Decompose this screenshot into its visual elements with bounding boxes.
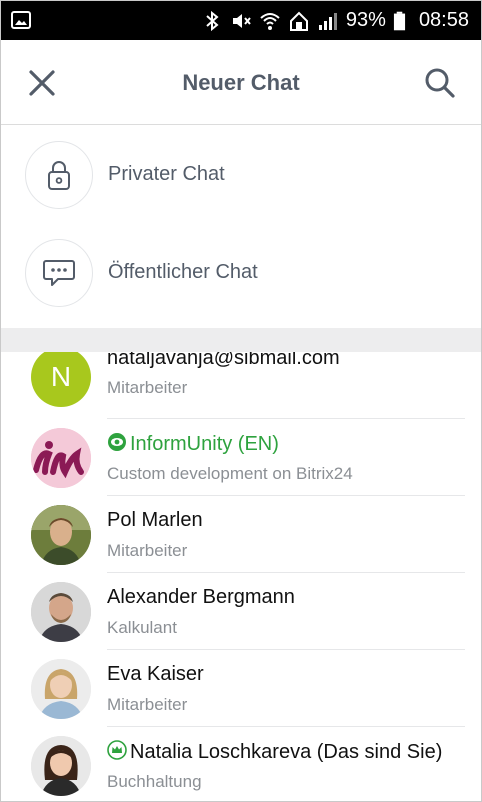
contact-row[interactable]: Eva Kaiser Mitarbeiter <box>1 650 481 727</box>
contact-list[interactable]: N nataljavanja@sibmail.com Mitarbeiter I… <box>1 352 481 802</box>
public-chat-label: Öffentlicher Chat <box>108 261 258 283</box>
battery-icon <box>393 11 406 30</box>
avatar <box>31 505 91 565</box>
search-icon[interactable] <box>423 66 457 100</box>
gallery-icon <box>11 11 31 29</box>
user-photo <box>31 505 91 565</box>
avatar <box>31 659 91 719</box>
home-network-icon <box>289 11 308 31</box>
app-header: Neuer Chat <box>1 40 481 125</box>
contact-row[interactable]: InformUnity (EN) Custom development on B… <box>1 419 481 496</box>
contact-name-text: InformUnity (EN) <box>130 433 279 455</box>
private-chat-button[interactable]: Privater Chat <box>1 126 481 224</box>
section-separator <box>1 328 481 352</box>
public-chat-icon-circle <box>25 239 93 307</box>
contact-name: Eva Kaiser <box>107 663 204 685</box>
avatar-letter: N <box>50 361 72 392</box>
battery-percent: 93% <box>345 9 386 31</box>
clock: 08:58 <box>418 9 469 31</box>
contact-row[interactable]: Alexander Bergmann Kalkulant <box>1 573 481 650</box>
bluetooth-icon <box>206 10 219 31</box>
contact-name: Alexander Bergmann <box>107 586 295 608</box>
wifi-icon <box>260 12 280 30</box>
avatar <box>31 736 91 796</box>
private-chat-label: Privater Chat <box>108 163 225 185</box>
avatar <box>31 582 91 642</box>
avatar <box>31 428 91 488</box>
contact-row[interactable]: Natalia Loschkareva (Das sind Sie) Buchh… <box>1 727 481 802</box>
contact-subtitle: Mitarbeiter <box>107 378 188 397</box>
informunity-logo <box>31 428 91 488</box>
user-photo <box>31 582 91 642</box>
chat-bubble-icon <box>43 260 75 286</box>
contact-subtitle: Mitarbeiter <box>107 541 188 560</box>
contact-subtitle: Buchhaltung <box>107 772 202 791</box>
page-title: Neuer Chat <box>182 70 300 95</box>
contact-name-text: Natalia Loschkareva (Das sind Sie) <box>130 741 443 763</box>
signal-icon <box>318 12 337 30</box>
extranet-eye-icon <box>108 433 126 451</box>
private-chat-icon-circle <box>25 141 93 209</box>
contact-row[interactable]: N nataljavanja@sibmail.com Mitarbeiter <box>1 352 481 419</box>
public-chat-button[interactable]: Öffentlicher Chat <box>1 224 481 322</box>
contact-subtitle: Kalkulant <box>107 618 177 637</box>
status-bar: 93% 08:58 <box>1 1 481 40</box>
user-photo <box>31 736 91 796</box>
contact-subtitle: Custom development on Bitrix24 <box>107 464 353 483</box>
contact-name: InformUnity (EN) <box>107 432 279 456</box>
contact-subtitle: Mitarbeiter <box>107 695 188 714</box>
crown-icon <box>107 740 127 760</box>
contact-name: nataljavanja@sibmail.com <box>107 352 340 369</box>
user-photo <box>31 659 91 719</box>
avatar: N <box>31 352 91 407</box>
lock-icon <box>48 161 70 190</box>
contact-name: Pol Marlen <box>107 509 203 531</box>
contact-name: Natalia Loschkareva (Das sind Sie) <box>107 740 442 764</box>
contact-row[interactable]: Pol Marlen Mitarbeiter <box>1 496 481 573</box>
mute-icon <box>232 13 251 28</box>
